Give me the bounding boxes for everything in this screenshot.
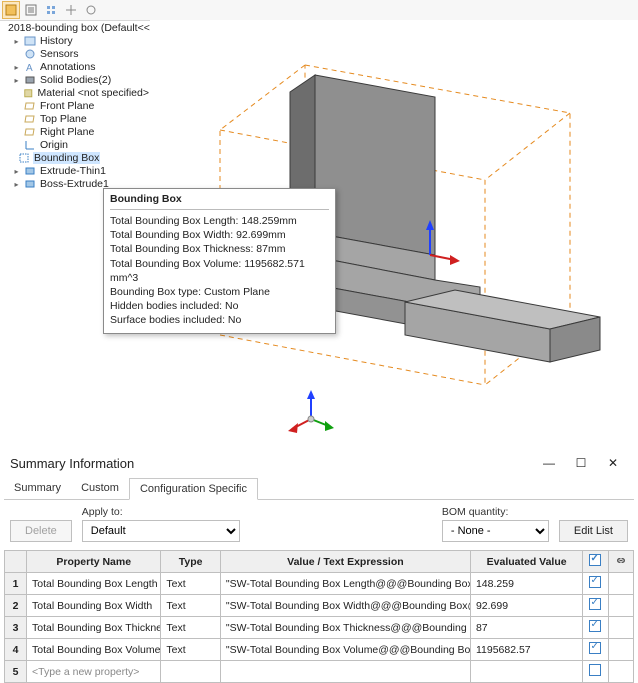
window-title: Summary Information <box>4 456 538 471</box>
summary-controls: Delete Apply to: Default BOM quantity: -… <box>4 500 634 550</box>
modeling-area: 2018-bounding box (Default<< ▸ History S… <box>0 0 638 442</box>
feature-manager-tab-icon[interactable] <box>2 1 20 19</box>
tree-front-plane[interactable]: Front Plane <box>4 100 150 113</box>
minimize-button[interactable]: — <box>538 454 560 472</box>
tree-origin[interactable]: Origin <box>4 139 150 152</box>
row-check-icon[interactable] <box>589 598 601 610</box>
property-table[interactable]: Property Name Type Value / Text Expressi… <box>4 550 634 683</box>
header-evaluated-value[interactable]: Evaluated Value <box>470 551 582 573</box>
table-row-new[interactable]: 5 <Type a new property> <box>5 661 634 683</box>
view-triad-icon[interactable] <box>286 387 336 437</box>
apply-to-select[interactable]: Default <box>82 520 240 542</box>
table-row[interactable]: 4 Total Bounding Box Volume Text "SW-Tot… <box>5 639 634 661</box>
tree-top-plane[interactable]: Top Plane <box>4 113 150 126</box>
tooltip-title: Bounding Box <box>110 193 329 205</box>
summary-tabs: Summary Custom Configuration Specific <box>4 477 634 500</box>
tree-root[interactable]: 2018-bounding box (Default<< <box>4 22 150 35</box>
header-value-expression[interactable]: Value / Text Expression <box>220 551 470 573</box>
tree-annotations[interactable]: ▸ A Annotations <box>4 61 150 74</box>
header-check-icon[interactable] <box>583 551 608 573</box>
property-manager-tab-icon[interactable] <box>22 1 40 19</box>
bom-quantity-label: BOM quantity: <box>442 506 549 518</box>
tree-bounding-box[interactable]: Bounding Box <box>4 152 150 165</box>
summary-information-window: Summary Information — ☐ ✕ Summary Custom… <box>0 450 638 626</box>
bounding-box-tooltip: Bounding Box Total Bounding Box Length: … <box>103 188 336 334</box>
header-type[interactable]: Type <box>161 551 220 573</box>
table-header-row: Property Name Type Value / Text Expressi… <box>5 551 634 573</box>
row-check-icon[interactable] <box>589 642 601 654</box>
table-row[interactable]: 2 Total Bounding Box Width Text "SW-Tota… <box>5 595 634 617</box>
header-link-icon[interactable] <box>608 551 633 573</box>
tree-sensors[interactable]: Sensors <box>4 48 150 61</box>
row-check-icon[interactable] <box>589 620 601 632</box>
delete-button[interactable]: Delete <box>10 520 72 542</box>
feature-manager-toolbar <box>0 0 638 21</box>
tab-configuration-specific[interactable]: Configuration Specific <box>129 478 258 500</box>
table-row[interactable]: 3 Total Bounding Box Thickne Text "SW-To… <box>5 617 634 639</box>
config-manager-tab-icon[interactable] <box>42 1 60 19</box>
bom-quantity-select[interactable]: - None - <box>442 520 549 542</box>
maximize-button[interactable]: ☐ <box>570 454 592 472</box>
tab-summary[interactable]: Summary <box>4 478 71 500</box>
svg-text:A: A <box>26 63 33 73</box>
tree-right-plane[interactable]: Right Plane <box>4 126 150 139</box>
table-row[interactable]: 1 Total Bounding Box Length Text "SW-Tot… <box>5 573 634 595</box>
tree-extrude-thin[interactable]: ▸ Extrude-Thin1 <box>4 165 150 178</box>
tree-history[interactable]: ▸ History <box>4 35 150 48</box>
row-check-icon[interactable] <box>589 664 601 676</box>
row-check-icon[interactable] <box>589 576 601 588</box>
tree-solid-bodies[interactable]: ▸ Solid Bodies(2) <box>4 74 150 87</box>
window-titlebar: Summary Information — ☐ ✕ <box>4 451 634 475</box>
tab-custom[interactable]: Custom <box>71 478 129 500</box>
dimxpert-tab-icon[interactable] <box>62 1 80 19</box>
display-manager-tab-icon[interactable] <box>82 1 100 19</box>
edit-list-button[interactable]: Edit List <box>559 520 628 542</box>
apply-to-label: Apply to: <box>82 506 240 518</box>
close-button[interactable]: ✕ <box>602 454 624 472</box>
header-property-name[interactable]: Property Name <box>27 551 161 573</box>
tree-material[interactable]: Material <not specified> <box>4 87 150 100</box>
